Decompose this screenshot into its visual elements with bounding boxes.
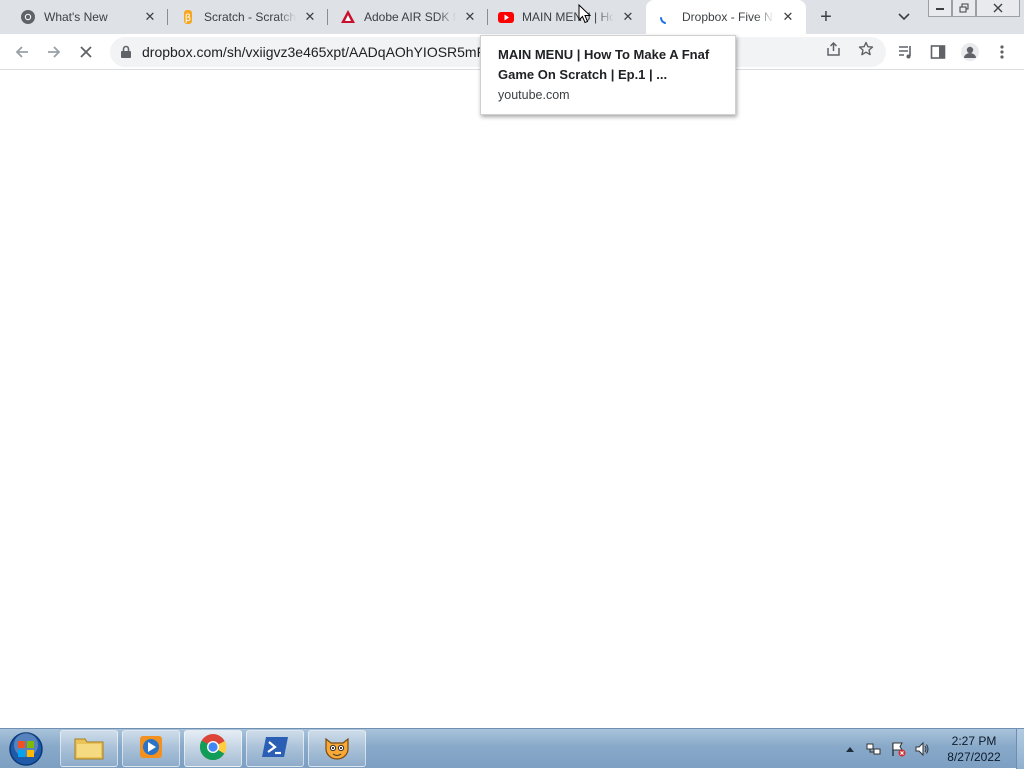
start-button[interactable] [6,730,46,768]
close-tab-icon[interactable]: ✕ [620,9,636,25]
profile-avatar-icon[interactable] [958,40,982,64]
tab-scratch-addons[interactable]: β Scratch - Scratch Addons ✕ [160,0,328,34]
chrome-icon [20,9,36,25]
forward-arrow-icon[interactable] [42,40,66,64]
tab-hover-card: MAIN MENU | How To Make A Fnaf Game On S… [480,35,736,115]
share-icon[interactable] [822,37,846,61]
hover-card-title: MAIN MENU | How To Make A Fnaf Game On S… [498,47,710,82]
volume-icon[interactable] [912,729,932,769]
file-explorer-icon [74,734,104,763]
close-window-button[interactable] [976,0,1020,17]
tab-search-chevron-icon[interactable] [893,6,915,28]
restore-button[interactable] [952,0,976,17]
network-icon[interactable] [864,729,884,769]
hover-card-domain: youtube.com [498,88,570,102]
bookmark-star-icon[interactable] [854,37,878,61]
adobe-air-icon [340,9,356,25]
system-clock[interactable]: 2:27 PM 8/27/2022 [934,733,1014,767]
taskbar-scratch[interactable] [308,730,366,767]
taskbar-file-explorer[interactable] [60,730,118,767]
show-hidden-icons-arrow-icon[interactable] [842,729,858,769]
chrome-icon [199,733,227,764]
tab-title: Dropbox - Five Nights [682,10,774,24]
show-desktop-button[interactable] [1016,729,1024,769]
tab-whats-new[interactable]: What's New ✕ [0,0,168,34]
scratch-icon [322,733,352,764]
mouse-cursor-icon [578,4,592,24]
lock-icon[interactable] [118,44,134,60]
media-player-icon [138,734,164,763]
taskbar-chrome[interactable] [184,730,242,767]
tab-dropbox-active[interactable]: Dropbox - Five Nights ✕ [646,0,806,34]
loading-spinner-icon [658,9,674,25]
back-arrow-icon[interactable] [10,40,34,64]
svg-text:β: β [185,13,191,24]
url-text: dropbox.com/sh/vxiigvz3e465xpt/AADqAOhYI… [142,44,486,60]
media-control-icon[interactable] [894,40,918,64]
tab-title: MAIN MENU | How To Make A Fnaf [522,10,614,24]
close-tab-icon[interactable]: ✕ [780,9,796,25]
taskbar-media-player[interactable] [122,730,180,767]
youtube-icon [498,9,514,25]
tab-title: Scratch - Scratch Addons [204,10,296,24]
scratch-addons-icon: β [180,9,196,25]
tab-title: What's New [44,10,108,24]
stop-loading-icon[interactable] [74,40,98,64]
taskbar-powershell[interactable] [246,730,304,767]
close-tab-icon[interactable]: ✕ [302,9,318,25]
windows-taskbar: 2:27 PM 8/27/2022 [0,728,1024,769]
page-content [0,70,1024,728]
close-tab-icon[interactable]: ✕ [142,9,158,25]
more-menu-icon[interactable] [990,40,1014,64]
close-tab-icon[interactable]: ✕ [462,9,478,25]
minimize-button[interactable] [928,0,952,17]
action-center-flag-icon[interactable] [888,729,908,769]
powershell-icon [261,735,289,762]
clock-date: 8/27/2022 [947,750,1001,764]
tab-title: Adobe AIR SDK from HARMAN [364,10,456,24]
new-tab-button[interactable]: + [814,5,838,29]
side-panel-icon[interactable] [926,40,950,64]
tab-youtube-main-menu[interactable]: MAIN MENU | How To Make A Fnaf ✕ [478,0,646,34]
clock-time: 2:27 PM [951,734,997,748]
tab-strip: What's New ✕ β Scratch - Scratch Addons … [0,0,1024,34]
tab-adobe-air[interactable]: Adobe AIR SDK from HARMAN ✕ [320,0,488,34]
